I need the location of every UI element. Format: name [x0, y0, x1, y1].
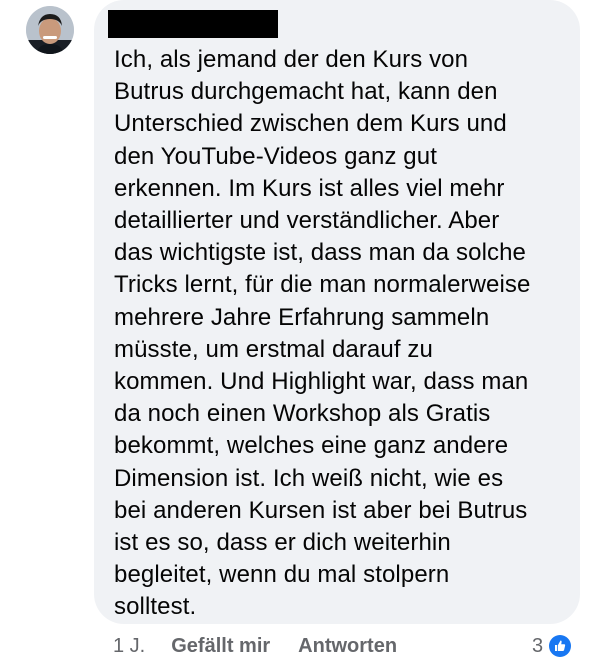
like-button[interactable]: Gefällt mir: [171, 635, 270, 658]
redacted-author-name[interactable]: [108, 10, 278, 38]
avatar-image: [26, 6, 74, 54]
reaction-summary[interactable]: 3: [532, 632, 574, 660]
comment: Ich, als jemand der den Kurs von Butrus …: [0, 0, 600, 664]
comment-timestamp[interactable]: 1 J.: [113, 635, 145, 658]
reply-button[interactable]: Antworten: [298, 635, 397, 658]
reaction-count: 3: [532, 634, 544, 657]
like-icon: [547, 633, 574, 659]
user-avatar[interactable]: [26, 6, 74, 54]
comment-text: Ich, als jemand der den Kurs von Butrus …: [114, 46, 531, 621]
comment-actions: 1 J. Gefällt mir Antworten: [113, 632, 425, 660]
